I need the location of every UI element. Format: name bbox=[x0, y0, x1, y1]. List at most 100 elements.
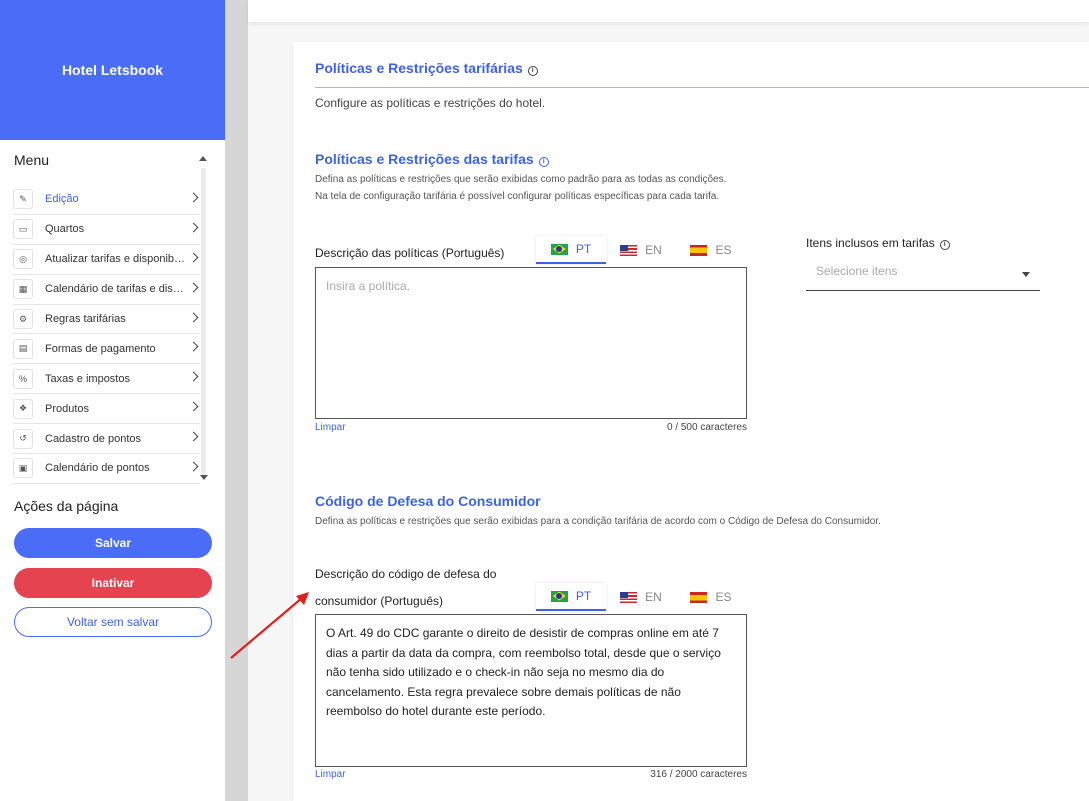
spain-flag-icon bbox=[690, 591, 708, 603]
history-icon: ↺ bbox=[13, 428, 33, 449]
tarifas-title: Políticas e Restrições das tarifas bbox=[315, 151, 534, 167]
policies-textarea[interactable]: Insira a política. bbox=[315, 267, 747, 419]
tab-label: EN bbox=[645, 243, 662, 257]
tarifas-field-label: Descrição das políticas (Português) bbox=[315, 246, 505, 260]
tab-label: PT bbox=[575, 589, 592, 603]
char-counter: 316 / 2000 caracteres bbox=[650, 769, 747, 780]
main-content: Políticas e Restrições tarifárias i Confi… bbox=[248, 0, 1089, 801]
sidebar-item-calendario-pontos[interactable]: ▣ Calendário de pontos bbox=[13, 454, 200, 484]
tab-label: PT bbox=[575, 242, 592, 256]
usa-flag-icon bbox=[620, 244, 638, 256]
percent-icon: % bbox=[13, 368, 33, 389]
sidebar-item-label: Edição bbox=[45, 193, 79, 206]
top-card bbox=[248, 0, 1089, 22]
gutter bbox=[225, 0, 248, 801]
chevron-right-icon bbox=[188, 252, 199, 263]
sidebar-item-regras-tarifarias[interactable]: ⚙ Regras tarifárias bbox=[13, 305, 200, 335]
info-icon[interactable]: i bbox=[527, 66, 538, 76]
cdc-field-label-2: consumidor (Português) bbox=[315, 594, 444, 608]
chevron-right-icon bbox=[188, 282, 199, 293]
sidebar-item-atualizar-tarifas[interactable]: ◎ Atualizar tarifas e disponibilidade bbox=[13, 245, 200, 275]
info-icon[interactable]: i bbox=[939, 240, 950, 250]
chevron-right-icon bbox=[188, 371, 199, 382]
language-tabs: PT EN ES bbox=[536, 236, 746, 264]
cdc-desc: Defina as políticas e restrições que ser… bbox=[315, 516, 881, 527]
tab-es[interactable]: ES bbox=[676, 583, 746, 611]
sidebar-item-calendario-tarifas[interactable]: ▦ Calendário de tarifas e disponibilidad… bbox=[13, 275, 200, 305]
tarifas-desc-2: Na tela de configuração tarifária é poss… bbox=[315, 191, 720, 202]
menu-title: Menu bbox=[14, 152, 50, 168]
annotation-arrow-icon bbox=[230, 592, 309, 659]
arrow-head bbox=[296, 592, 309, 605]
itens-label: Itens inclusos em tarifas bbox=[806, 236, 935, 250]
sidebar-item-label: Produtos bbox=[45, 402, 90, 415]
tab-pt[interactable]: PT bbox=[536, 583, 606, 611]
itens-select[interactable]: Selecione itens bbox=[806, 256, 1040, 291]
divider bbox=[315, 87, 1089, 88]
sidebar-item-label: Taxas e impostos bbox=[45, 372, 130, 385]
sidebar-item-formas-pagamento[interactable]: ▤ Formas de pagamento bbox=[13, 334, 200, 365]
policies-placeholder: Insira a política. bbox=[326, 279, 411, 293]
chevron-right-icon bbox=[188, 461, 199, 472]
section-subtitle: Configure as políticas e restrições do h… bbox=[315, 96, 546, 110]
tarifas-title-wrap: Políticas e Restrições das tarifas i bbox=[315, 151, 549, 167]
sidebar-item-taxas-impostos[interactable]: % Taxas e impostos bbox=[13, 364, 200, 395]
clear-link[interactable]: Limpar bbox=[315, 769, 346, 780]
chevron-right-icon bbox=[188, 312, 199, 323]
products-icon: ❖ bbox=[13, 398, 33, 419]
sidebar-item-label: Regras tarifárias bbox=[45, 313, 126, 325]
sidebar-item-produtos[interactable]: ❖ Produtos bbox=[13, 394, 200, 425]
target-icon: ◎ bbox=[13, 249, 33, 270]
chevron-right-icon bbox=[188, 401, 199, 412]
cdc-textarea[interactable]: O Art. 49 do CDC garante o direito de de… bbox=[315, 614, 747, 767]
section-title: Políticas e Restrições tarifárias bbox=[315, 60, 523, 76]
sidebar-item-edicao[interactable]: ✎ Edição bbox=[13, 185, 200, 215]
gears-icon: ⚙ bbox=[13, 309, 33, 329]
tab-en[interactable]: EN bbox=[606, 236, 676, 264]
tab-pt[interactable]: PT bbox=[536, 236, 606, 264]
itens-placeholder: Selecione itens bbox=[816, 264, 898, 278]
tarifas-desc-1: Defina as políticas e restrições que ser… bbox=[315, 174, 727, 185]
sidebar-item-label: Formas de pagamento bbox=[45, 342, 156, 355]
menu-collapse-icon[interactable] bbox=[199, 156, 207, 161]
sidebar-item-label: Cadastro de pontos bbox=[45, 432, 142, 445]
info-icon[interactable]: i bbox=[538, 157, 549, 167]
brazil-flag-icon bbox=[550, 243, 568, 255]
tab-es[interactable]: ES bbox=[676, 236, 746, 264]
tab-label: ES bbox=[715, 590, 732, 604]
tab-label: ES bbox=[715, 243, 732, 257]
tab-label: EN bbox=[645, 590, 662, 604]
scroll-down-icon[interactable] bbox=[200, 475, 208, 480]
pencil-icon: ✎ bbox=[13, 189, 33, 210]
sidebar-item-label: Quartos bbox=[45, 223, 85, 236]
policies-card: Políticas e Restrições tarifárias i Confi… bbox=[293, 42, 1089, 801]
menu-list: ✎ Edição ▭ Quartos ◎ Atualizar tarifas e… bbox=[13, 185, 200, 484]
save-button[interactable]: Salvar bbox=[14, 528, 212, 558]
bed-icon: ▭ bbox=[13, 219, 33, 240]
sidebar: Hotel Letsbook Menu ✎ Edição ▭ Quartos ◎… bbox=[0, 0, 225, 801]
sidebar-item-quartos[interactable]: ▭ Quartos bbox=[13, 215, 200, 245]
calendar-icon: ▣ bbox=[13, 458, 33, 479]
payment-icon: ▤ bbox=[13, 338, 33, 359]
brazil-flag-icon bbox=[550, 590, 568, 602]
cdc-title: Código de Defesa do Consumidor bbox=[315, 493, 541, 509]
chevron-right-icon bbox=[188, 192, 199, 203]
itens-label-wrap: Itens inclusos em tarifas i bbox=[806, 236, 950, 250]
section-title-wrap: Políticas e Restrições tarifárias i bbox=[315, 60, 538, 76]
spain-flag-icon bbox=[690, 244, 708, 256]
arrow-shaft bbox=[230, 597, 303, 659]
usa-flag-icon bbox=[620, 591, 638, 603]
menu-scrollbar[interactable] bbox=[201, 168, 206, 478]
sidebar-item-cadastro-pontos[interactable]: ↺ Cadastro de pontos bbox=[13, 424, 200, 455]
inactivate-button[interactable]: Inativar bbox=[14, 568, 212, 598]
page-actions-title: Ações da página bbox=[14, 498, 119, 514]
grid-calendar-icon: ▦ bbox=[13, 279, 33, 300]
chevron-right-icon bbox=[188, 222, 199, 233]
hotel-name: Hotel Letsbook bbox=[0, 0, 225, 140]
tab-en[interactable]: EN bbox=[606, 583, 676, 611]
back-without-saving-button[interactable]: Voltar sem salvar bbox=[14, 607, 212, 637]
sidebar-item-label: Atualizar tarifas e disponibilidade bbox=[45, 253, 187, 266]
sidebar-item-label: Calendário de pontos bbox=[45, 462, 150, 475]
clear-link[interactable]: Limpar bbox=[315, 422, 346, 433]
cdc-field-label-1: Descrição do código de defesa do bbox=[315, 567, 497, 581]
